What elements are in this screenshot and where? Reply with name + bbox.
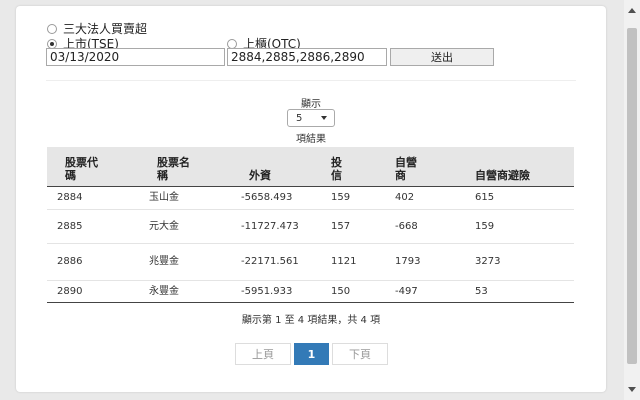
prev-page-button[interactable]: 上頁 xyxy=(235,343,291,365)
form-divider xyxy=(46,80,576,81)
cell-dealer: 1793 xyxy=(385,243,465,281)
cell-dealer-hedge: 53 xyxy=(465,280,574,303)
col-header-dealer-hedge[interactable]: 自營商避險 xyxy=(465,147,574,187)
caret-down-icon xyxy=(321,116,327,120)
scrollbar-thumb[interactable] xyxy=(627,28,637,364)
table-row: 2884 玉山金 -5658.493 159 402 615 xyxy=(47,186,574,210)
results-table: 股票代碼 股票名稱 外資 投信 自營商 自營商避險 2884 玉山金 -5658… xyxy=(47,147,574,303)
page-size-value: 5 xyxy=(296,112,303,124)
radio-institutional[interactable] xyxy=(47,23,57,34)
stock-codes-input[interactable] xyxy=(227,48,387,66)
cell-dealer-hedge: 615 xyxy=(465,186,574,210)
cell-dealer-hedge: 159 xyxy=(465,209,574,244)
col-header-code[interactable]: 股票代碼 xyxy=(47,147,139,187)
page-size-select[interactable]: 5 xyxy=(287,109,335,127)
col-header-name[interactable]: 股票名稱 xyxy=(139,147,231,187)
cell-foreign: -11727.473 xyxy=(231,209,321,244)
cell-code: 2890 xyxy=(47,280,139,303)
table-row: 2885 元大金 -11727.473 157 -668 159 xyxy=(47,209,574,244)
show-label: 顯示 xyxy=(301,99,321,110)
scroll-down-icon[interactable] xyxy=(628,387,636,392)
vertical-scrollbar[interactable] xyxy=(624,0,640,400)
radio-otc[interactable] xyxy=(227,38,237,49)
cell-dealer: -668 xyxy=(385,209,465,244)
cell-trust: 157 xyxy=(321,209,385,244)
cell-foreign: -5951.933 xyxy=(231,280,321,303)
table-info: 顯示第 1 至 4 項結果，共 4 項 xyxy=(241,315,381,326)
submit-button[interactable]: 送出 xyxy=(390,48,494,66)
table-header-row: 股票代碼 股票名稱 外資 投信 自營商 自營商避險 xyxy=(47,147,574,187)
cell-dealer: -497 xyxy=(385,280,465,303)
col-header-dealer[interactable]: 自營商 xyxy=(385,147,465,187)
cell-name: 玉山金 xyxy=(139,186,231,210)
col-header-trust[interactable]: 投信 xyxy=(321,147,385,187)
cell-name: 元大金 xyxy=(139,209,231,244)
cell-foreign: -5658.493 xyxy=(231,186,321,210)
cell-foreign: -22171.561 xyxy=(231,243,321,281)
cell-trust: 150 xyxy=(321,280,385,303)
col-header-foreign[interactable]: 外資 xyxy=(231,147,321,187)
radio-tse[interactable] xyxy=(47,38,57,49)
cell-name: 永豐金 xyxy=(139,280,231,303)
date-input[interactable] xyxy=(46,48,225,66)
cell-dealer-hedge: 3273 xyxy=(465,243,574,281)
table-row: 2890 永豐金 -5951.933 150 -497 53 xyxy=(47,280,574,303)
page-1-button[interactable]: 1 xyxy=(294,343,329,365)
table-row: 2886 兆豐金 -22171.561 1121 1793 3273 xyxy=(47,243,574,281)
next-page-button[interactable]: 下頁 xyxy=(332,343,388,365)
cell-name: 兆豐金 xyxy=(139,243,231,281)
results-label: 項結果 xyxy=(296,134,326,145)
cell-trust: 1121 xyxy=(321,243,385,281)
cell-trust: 159 xyxy=(321,186,385,210)
cell-code: 2885 xyxy=(47,209,139,244)
cell-dealer: 402 xyxy=(385,186,465,210)
cell-code: 2886 xyxy=(47,243,139,281)
cell-code: 2884 xyxy=(47,186,139,210)
scroll-up-icon[interactable] xyxy=(628,8,636,13)
